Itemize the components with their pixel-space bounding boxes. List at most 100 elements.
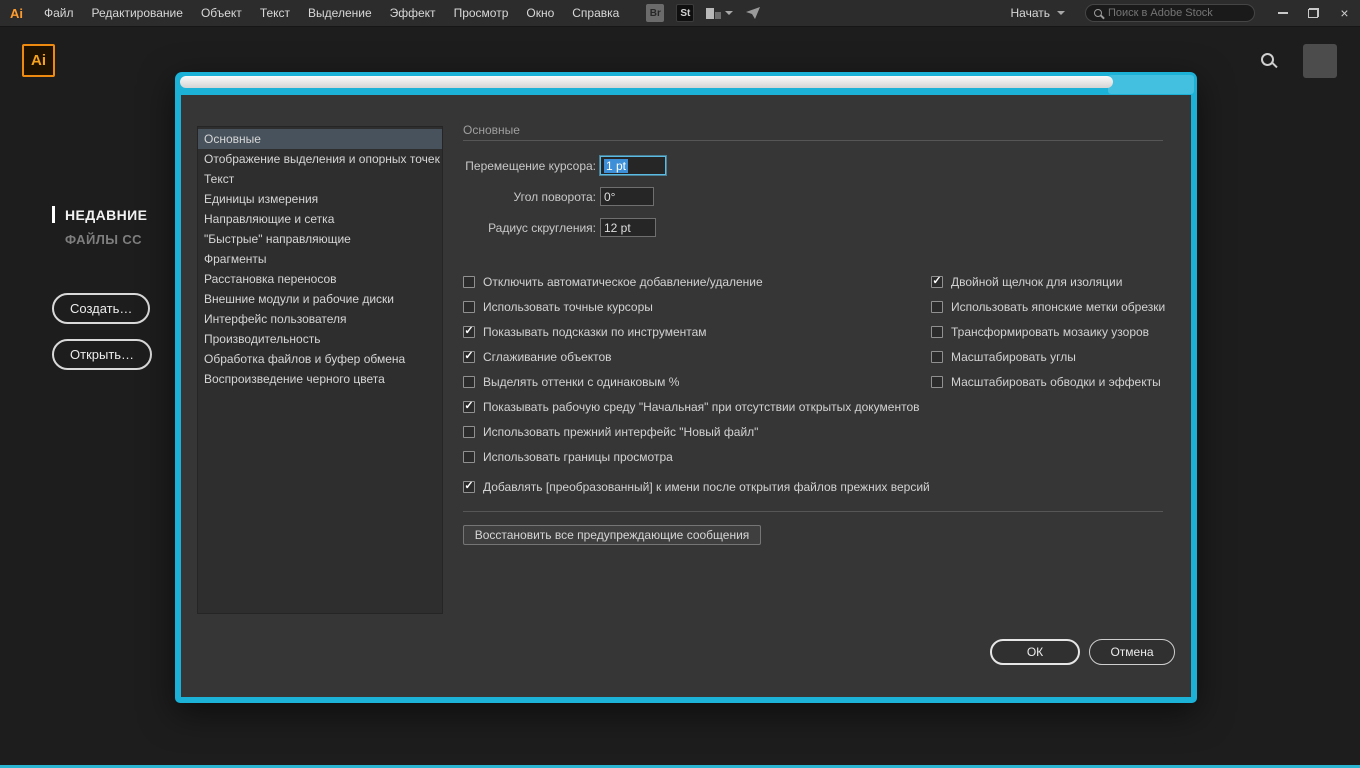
selected-text: 1 pt [604,159,628,173]
restore-button[interactable] [1298,0,1329,27]
category-item[interactable]: Внешние модули и рабочие диски [198,289,442,309]
open-button[interactable]: Открыть… [52,339,152,370]
check-icon: ✓ [464,401,473,412]
checkbox[interactable]: ✓ [931,326,943,338]
cancel-button[interactable]: Отмена [1089,639,1175,665]
checkbox[interactable]: ✓ [463,351,475,363]
checkbox-row[interactable]: ✓ Использовать границы просмотра [463,444,935,469]
menu-item[interactable]: Редактирование [83,0,192,26]
checkbox-label: Использовать точные курсоры [483,300,653,314]
close-icon: × [1340,5,1348,21]
checkbox[interactable]: ✓ [931,376,943,388]
category-item[interactable]: Производительность [198,329,442,349]
stock-icon[interactable]: St [676,4,694,22]
checkbox[interactable]: ✓ [931,276,943,288]
menubar-icons: Br St [646,4,761,22]
section-title: Основные [463,123,1163,137]
category-item[interactable]: Воспроизведение черного цвета [198,369,442,389]
check-icon: ✓ [464,351,473,362]
dialog-frame-corner [1108,75,1194,94]
menu-item[interactable]: Окно [517,0,563,26]
checkbox-row[interactable]: ✓ Использовать точные курсоры [463,294,935,319]
checkbox[interactable]: ✓ [463,301,475,313]
sidebar-item-label: НЕДАВНИЕ [65,207,147,223]
menu-item[interactable]: Эффект [381,0,445,26]
checkbox[interactable]: ✓ [463,401,475,413]
menu-item[interactable]: Справка [563,0,628,26]
category-item[interactable]: Основные [198,129,442,149]
share-icon[interactable] [745,6,761,20]
chevron-down-icon [725,11,733,15]
category-item[interactable]: Фрагменты [198,249,442,269]
sidebar-item-cc-files[interactable]: ФАЙЛЫ CC [65,232,142,247]
bridge-icon[interactable]: Br [646,4,664,22]
category-list: Основные Отображение выделения и опорных… [197,126,443,614]
menu-item[interactable]: Файл [35,0,83,26]
check-icon: ✓ [932,276,941,287]
checkbox[interactable]: ✓ [463,451,475,463]
avatar[interactable] [1303,44,1337,78]
corner-radius-input[interactable]: 12 pt [600,218,656,237]
close-button[interactable]: × [1329,0,1360,27]
checkbox[interactable]: ✓ [931,351,943,363]
preferences-content: Основные Перемещение курсора: 1 pt Угол … [463,123,1163,688]
checkbox-row[interactable]: ✓ Масштабировать углы [931,344,1169,369]
minimize-button[interactable] [1267,0,1298,27]
libraries-icon [706,8,721,19]
checkbox-row[interactable]: ✓ Добавлять [преобразованный] к имени по… [463,474,935,499]
category-item[interactable]: Направляющие и сетка [198,209,442,229]
menubar-right: Начать × [1011,0,1360,27]
search-icon[interactable] [1261,53,1274,66]
checkbox-row[interactable]: ✓ Двойной щелчок для изоляции [931,269,1169,294]
category-item[interactable]: Обработка файлов и буфер обмена [198,349,442,369]
sidebar-item-recent[interactable]: НЕДАВНИЕ [52,206,147,223]
stock-search[interactable] [1085,4,1255,22]
field-label: Радиус скругления: [463,221,596,235]
menu-item[interactable]: Текст [251,0,299,26]
checkbox-row[interactable]: ✓ Сглаживание объектов [463,344,935,369]
menu-item[interactable]: Просмотр [445,0,518,26]
checkbox-row[interactable]: ✓ Показывать рабочую среду "Начальная" п… [463,394,935,419]
check-icon: ✓ [464,326,473,337]
minimize-icon [1278,12,1288,14]
checkbox-label: Использовать границы просмотра [483,450,673,464]
checkbox[interactable]: ✓ [931,301,943,313]
category-item[interactable]: "Быстрые" направляющие [198,229,442,249]
menubar: Ai Файл Редактирование Объект Текст Выде… [0,0,1360,27]
divider [463,511,1163,512]
checkbox[interactable]: ✓ [463,276,475,288]
checkbox-row[interactable]: ✓ Трансформировать мозаику узоров [931,319,1169,344]
dialog-titlebar[interactable] [180,76,1113,88]
keyboard-increment-input[interactable]: 1 pt [600,156,666,175]
start-menu-button[interactable]: Начать [1011,6,1066,20]
rotation-angle-input[interactable]: 0° [600,187,654,206]
checkbox-row[interactable]: ✓ Масштабировать обводки и эффекты [931,369,1169,394]
checkbox[interactable]: ✓ [463,426,475,438]
menu-item[interactable]: Выделение [299,0,381,26]
category-item[interactable]: Расстановка переносов [198,269,442,289]
checkbox-label: Отключить автоматическое добавление/удал… [483,275,763,289]
checkbox[interactable]: ✓ [463,481,475,493]
checkbox-row[interactable]: ✓ Использовать японские метки обрезки [931,294,1169,319]
reset-warnings-button[interactable]: Восстановить все предупреждающие сообщен… [463,525,761,545]
checkbox-label: Использовать прежний интерфейс "Новый фа… [483,425,758,439]
checkbox-row[interactable]: ✓ Использовать прежний интерфейс "Новый … [463,419,935,444]
libraries-button[interactable] [706,8,733,19]
checkbox-row[interactable]: ✓ Показывать подсказки по инструментам [463,319,935,344]
category-item[interactable]: Текст [198,169,442,189]
checkbox[interactable]: ✓ [463,376,475,388]
app-logo-small: Ai [10,6,23,21]
create-button[interactable]: Создать… [52,293,150,324]
ok-button[interactable]: ОК [990,639,1080,665]
dialog-buttons: ОК Отмена [990,639,1175,665]
menu-item[interactable]: Объект [192,0,251,26]
category-item[interactable]: Отображение выделения и опорных точек [198,149,442,169]
field-row: Перемещение курсора: 1 pt [463,156,666,175]
chevron-down-icon [1057,11,1065,15]
checkbox[interactable]: ✓ [463,326,475,338]
category-item[interactable]: Единицы измерения [198,189,442,209]
stock-search-input[interactable] [1108,7,1246,19]
category-item[interactable]: Интерфейс пользователя [198,309,442,329]
checkbox-row[interactable]: ✓ Выделять оттенки с одинаковым % [463,369,935,394]
checkbox-row[interactable]: ✓ Отключить автоматическое добавление/уд… [463,269,935,294]
